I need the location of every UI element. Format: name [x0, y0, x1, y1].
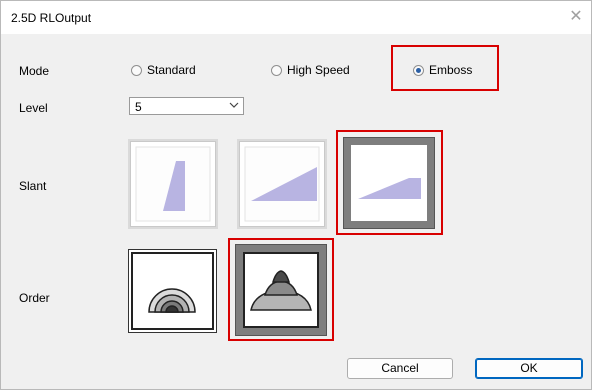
cancel-button[interactable]: Cancel	[347, 358, 453, 379]
radio-high-speed-label: High Speed	[287, 63, 350, 77]
title-bar: 2.5D RLOutput ✕	[1, 1, 591, 34]
stacked-mound-icon	[243, 252, 319, 328]
slant-option-medium[interactable]	[237, 139, 327, 229]
radio-emboss[interactable]: Emboss	[413, 63, 472, 77]
chevron-down-icon	[229, 102, 239, 108]
level-label: Level	[19, 101, 48, 115]
radio-standard[interactable]: Standard	[131, 63, 196, 77]
radio-high-speed[interactable]: High Speed	[271, 63, 350, 77]
slant-steep-icon	[135, 146, 211, 222]
ok-button[interactable]: OK	[475, 358, 583, 379]
rloutput-dialog: 2.5D RLOutput ✕ Mode Standard High Speed…	[0, 0, 592, 390]
order-option-stacked-selected[interactable]	[236, 245, 326, 335]
close-icon[interactable]: ✕	[567, 8, 585, 26]
mode-label: Mode	[19, 64, 50, 78]
slant-medium-icon	[244, 146, 320, 222]
radio-standard-icon	[131, 64, 142, 76]
order-label: Order	[19, 291, 50, 305]
radio-emboss-label: Emboss	[429, 63, 473, 77]
window-title: 2.5D RLOutput	[11, 11, 92, 25]
order-option-nested[interactable]	[128, 249, 217, 333]
radio-standard-label: Standard	[147, 63, 196, 77]
level-select[interactable]: 5	[129, 97, 244, 115]
slant-shallow-icon	[358, 178, 421, 199]
nested-arch-icon	[131, 252, 214, 330]
radio-emboss-selected-icon	[413, 64, 424, 76]
slant-label: Slant	[19, 179, 47, 193]
slant-option-shallow-selected[interactable]	[344, 138, 434, 228]
level-value: 5	[135, 100, 142, 114]
slant-option-steep[interactable]	[128, 139, 218, 229]
radio-high-speed-icon	[271, 64, 282, 76]
